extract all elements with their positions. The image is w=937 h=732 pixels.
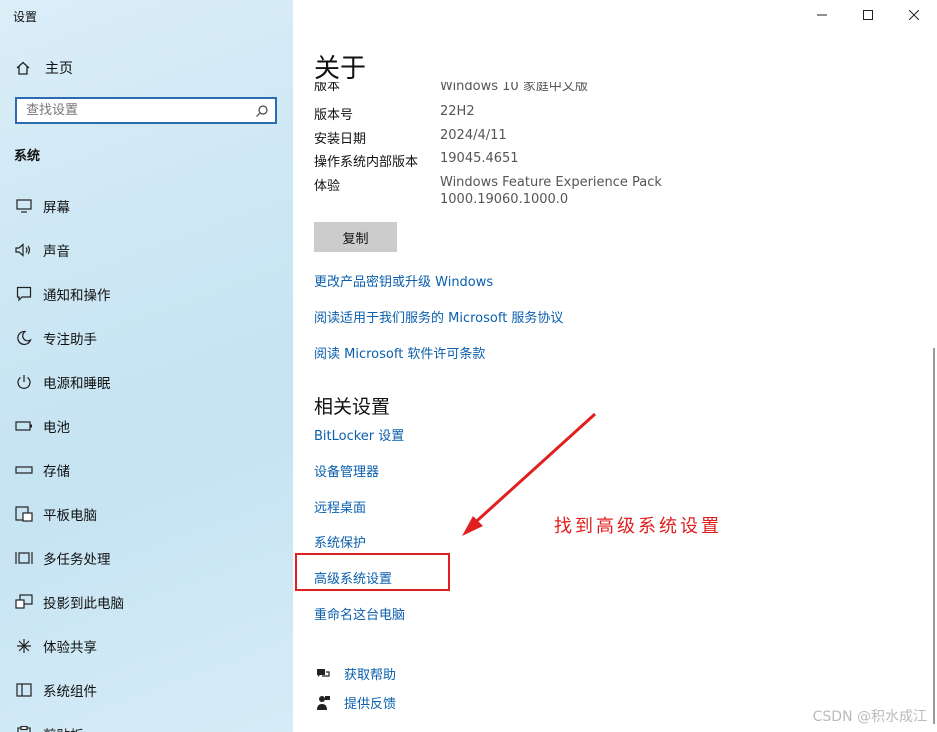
spec-key: 操作系统内部版本 (314, 155, 419, 170)
search-icon[interactable] (253, 102, 271, 120)
spec-value: Windows Feature Experience Pack (440, 175, 662, 190)
remote-desktop-link[interactable]: 远程桌面 (314, 497, 366, 516)
share-icon (14, 637, 34, 655)
device-manager-link[interactable]: 设备管理器 (314, 461, 379, 480)
spec-value: Windows 10 家庭中文版 (440, 82, 588, 94)
speaker-icon (14, 241, 34, 259)
sidebar-item-multitasking[interactable]: 多任务处理 (0, 536, 293, 580)
close-button[interactable] (891, 0, 937, 30)
sidebar-item-label: 剪贴板 (43, 724, 84, 732)
spec-value: 19045.4651 (440, 151, 519, 166)
sidebar-item-clipboard[interactable]: 剪贴板 (0, 712, 293, 732)
notification-icon (14, 285, 34, 303)
sidebar-item-focus[interactable]: 专注助手 (0, 316, 293, 360)
power-icon (14, 373, 34, 391)
service-agreement-link[interactable]: 阅读适用于我们服务的 Microsoft 服务协议 (314, 307, 563, 326)
sidebar: 设置 主页 系统 屏幕 声音 通知和操作 专注助手 (0, 0, 293, 732)
feedback-person-icon (314, 694, 332, 712)
sidebar-item-sound[interactable]: 声音 (0, 228, 293, 272)
window-title: 设置 (13, 10, 38, 24)
storage-icon (14, 461, 34, 479)
main-content: 关于 版本 Windows 10 家庭中文版 版本号 22H2 安装日期 202… (293, 0, 937, 732)
spec-key: 安装日期 (314, 132, 367, 147)
spec-value: 2024/4/11 (440, 128, 507, 143)
sidebar-item-label: 电源和睡眠 (43, 376, 111, 392)
watermark: CSDN @积水成江 (812, 709, 927, 725)
project-icon (14, 593, 34, 611)
window-controls (799, 0, 937, 30)
sidebar-item-label: 多任务处理 (43, 552, 111, 568)
sidebar-item-label: 平板电脑 (43, 508, 97, 524)
sidebar-item-battery[interactable]: 电池 (0, 404, 293, 448)
tablet-icon (14, 505, 34, 523)
sidebar-item-power[interactable]: 电源和睡眠 (0, 360, 293, 404)
sidebar-home[interactable]: 主页 (14, 58, 73, 78)
sidebar-item-label: 声音 (43, 244, 70, 260)
sidebar-item-label: 投影到此电脑 (43, 596, 124, 612)
feedback-link[interactable]: 提供反馈 (314, 693, 396, 712)
multitask-icon (14, 549, 34, 567)
spec-key: 版本 (314, 82, 341, 94)
sidebar-item-label: 屏幕 (43, 200, 70, 216)
copy-button[interactable]: 复制 (314, 222, 397, 252)
sidebar-item-label: 体验共享 (43, 640, 97, 656)
sidebar-item-label: 存储 (43, 464, 70, 480)
sidebar-item-display[interactable]: 屏幕 (0, 184, 293, 228)
moon-icon (14, 329, 34, 347)
clipboard-icon (14, 725, 34, 732)
page-title: 关于 (314, 54, 367, 84)
sidebar-item-project[interactable]: 投影到此电脑 (0, 580, 293, 624)
highlight-annotation-box (295, 553, 450, 591)
sidebar-home-label: 主页 (45, 61, 73, 77)
chat-help-icon (314, 665, 332, 683)
spec-row-edition: 版本 Windows 10 家庭中文版 (314, 82, 814, 97)
annotation-text: 找到高级系统设置 (554, 516, 722, 537)
home-icon (14, 59, 32, 77)
search-input[interactable] (17, 99, 253, 122)
sidebar-item-label: 通知和操作 (43, 288, 111, 304)
sidebar-section-title: 系统 (14, 149, 41, 164)
get-help-link[interactable]: 获取帮助 (314, 664, 396, 683)
sidebar-item-notifications[interactable]: 通知和操作 (0, 272, 293, 316)
sidebar-nav: 屏幕 声音 通知和操作 专注助手 电源和睡眠 电池 存储 平板电脑 多任务处理 … (0, 184, 293, 732)
spec-key: 版本号 (314, 108, 354, 123)
bitlocker-settings-link[interactable]: BitLocker 设置 (314, 425, 404, 444)
license-terms-link[interactable]: 阅读 Microsoft 软件许可条款 (314, 343, 485, 362)
change-product-key-link[interactable]: 更改产品密钥或升级 Windows (314, 271, 493, 290)
sidebar-item-storage[interactable]: 存储 (0, 448, 293, 492)
sidebar-item-tablet[interactable]: 平板电脑 (0, 492, 293, 536)
components-icon (14, 681, 34, 699)
spec-value-line2: 1000.19060.1000.0 (440, 192, 569, 207)
search-box[interactable] (15, 97, 277, 124)
sidebar-item-label: 系统组件 (43, 684, 97, 700)
battery-icon (14, 417, 34, 435)
rename-pc-link[interactable]: 重命名这台电脑 (314, 604, 405, 623)
system-protection-link[interactable]: 系统保护 (314, 532, 366, 551)
maximize-button[interactable] (845, 0, 891, 30)
spec-key: 体验 (314, 179, 341, 194)
scrollbar[interactable] (933, 348, 935, 724)
spec-value: 22H2 (440, 104, 475, 119)
sidebar-item-label: 专注助手 (43, 332, 97, 348)
monitor-icon (14, 197, 34, 215)
feedback-label: 提供反馈 (344, 697, 397, 712)
sidebar-item-system-components[interactable]: 系统组件 (0, 668, 293, 712)
sidebar-item-shared-experiences[interactable]: 体验共享 (0, 624, 293, 668)
get-help-label: 获取帮助 (344, 668, 397, 683)
minimize-button[interactable] (799, 0, 845, 30)
related-settings-title: 相关设置 (314, 396, 391, 418)
sidebar-item-label: 电池 (43, 420, 70, 436)
